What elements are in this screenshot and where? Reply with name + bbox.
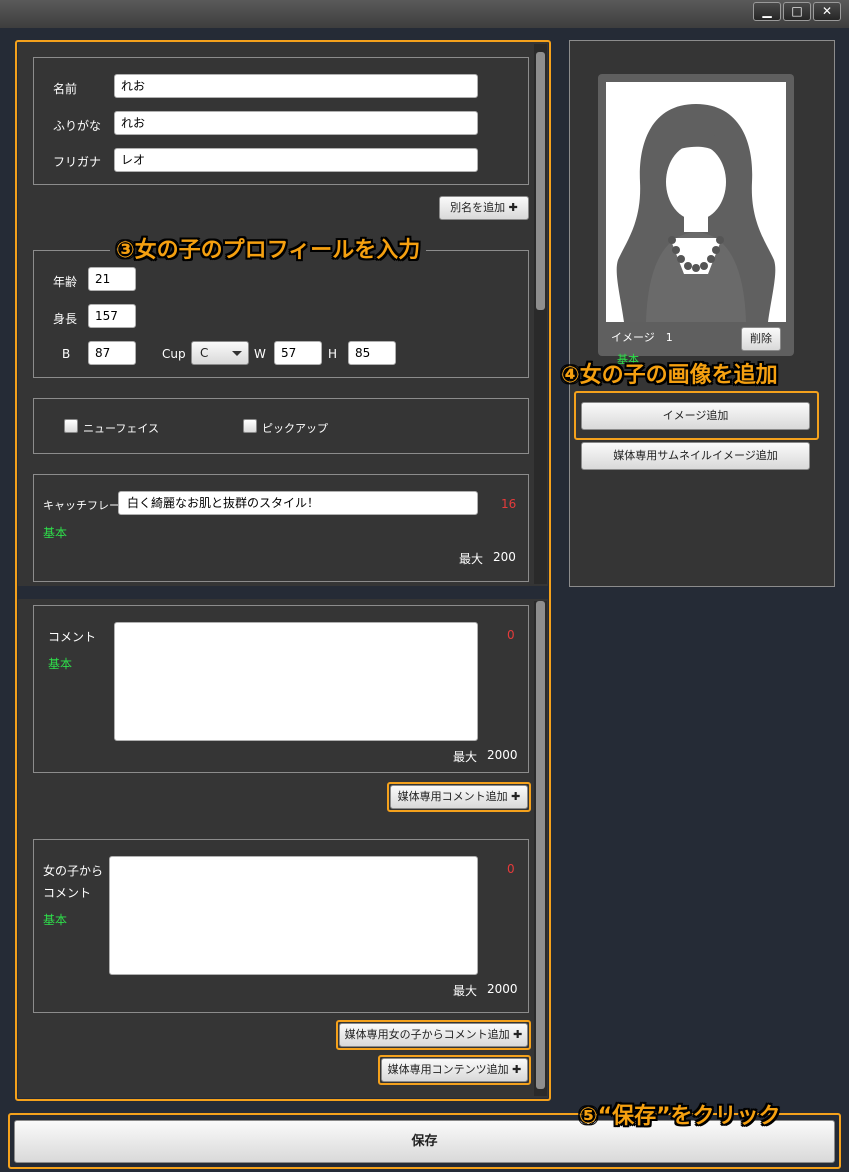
add-alias-button[interactable]: 別名を追加 ✚ (439, 196, 529, 220)
female-silhouette-icon (616, 104, 776, 322)
add-media-content-button[interactable]: 媒体専用コンテンツ追加 ✚ (381, 1058, 528, 1082)
comment-basic-link[interactable]: 基本 (48, 655, 72, 672)
girl-comment-label-1: 女の子から (43, 864, 104, 878)
girl-comment-textarea[interactable] (109, 856, 478, 975)
girl-comment-basic-link[interactable]: 基本 (43, 911, 67, 928)
add-media-comment-button[interactable]: 媒体専用コメント追加 ✚ (390, 785, 528, 809)
add-image-button[interactable]: イメージ追加 (581, 402, 810, 430)
bust-input[interactable]: 87 (88, 341, 136, 365)
girl-comment-max-label: 最大 (453, 984, 478, 998)
minimize-icon: ▁ (762, 4, 772, 18)
girl-comment-count: 0 (507, 862, 515, 876)
comment-label: コメント (48, 630, 97, 644)
new-face-checkbox[interactable] (64, 419, 78, 433)
comment-textarea[interactable] (114, 622, 478, 741)
katakana-label: フリガナ (53, 155, 102, 169)
name-label: 名前 (53, 82, 78, 96)
maximize-button[interactable]: □ (783, 2, 811, 21)
katakana-input[interactable]: レオ (114, 148, 478, 172)
bust-label: B (62, 347, 71, 361)
girl-comment-max-value: 2000 (487, 982, 518, 996)
catchphrase-max-value: 200 (493, 550, 516, 564)
close-icon: ✕ (821, 4, 833, 18)
chevron-down-icon (232, 351, 242, 356)
age-input[interactable]: 21 (88, 267, 136, 291)
add-media-girl-comment-button[interactable]: 媒体専用女の子からコメント追加 ✚ (339, 1023, 528, 1047)
furigana-label: ふりがな (53, 119, 102, 133)
height-label: 身長 (53, 312, 78, 326)
image-caption: イメージ 1 (611, 331, 673, 344)
comment-max-value: 2000 (487, 748, 518, 762)
upper-scroll-thumb[interactable] (536, 52, 545, 310)
close-button[interactable]: ✕ (813, 2, 841, 21)
comment-max-label: 最大 (453, 750, 478, 764)
minimize-button[interactable]: ▁ (753, 2, 781, 21)
catchphrase-basic-link[interactable]: 基本 (43, 524, 67, 541)
hip-input[interactable]: 85 (348, 341, 396, 365)
comment-count: 0 (507, 628, 515, 642)
age-label: 年齢 (53, 275, 78, 289)
title-bar (0, 0, 849, 28)
delete-image-button[interactable]: 削除 (741, 327, 781, 351)
waist-input[interactable]: 57 (274, 341, 322, 365)
cup-value: C (200, 346, 209, 360)
furigana-input[interactable]: れお (114, 111, 478, 135)
hip-label: H (328, 347, 338, 361)
waist-label: W (254, 347, 266, 361)
cup-select[interactable]: C (191, 341, 249, 365)
girl-comment-label-2: コメント (43, 886, 92, 900)
pickup-label: ピックアップ (262, 422, 328, 435)
height-input[interactable]: 157 (88, 304, 136, 328)
name-input[interactable]: れお (114, 74, 478, 98)
add-thumbnail-button[interactable]: 媒体専用サムネイルイメージ追加 (581, 442, 810, 470)
save-annotation: ⑤“保存”をクリック (579, 1104, 781, 1129)
image-annotation: ④女の子の画像を追加 (561, 363, 778, 388)
profile-image[interactable] (606, 82, 786, 322)
cup-label: Cup (162, 347, 186, 361)
new-face-label: ニューフェイス (83, 422, 160, 435)
profile-annotation: ③女の子のプロフィールを入力 (110, 232, 427, 264)
lower-scroll-thumb[interactable] (536, 601, 545, 1089)
pickup-checkbox[interactable] (243, 419, 257, 433)
catchphrase-input[interactable]: 白く綺麗なお肌と抜群のスタイル！ (118, 491, 478, 515)
maximize-icon: □ (791, 4, 803, 18)
catchphrase-count: 16 (501, 497, 517, 511)
catchphrase-max-label: 最大 (459, 552, 484, 566)
